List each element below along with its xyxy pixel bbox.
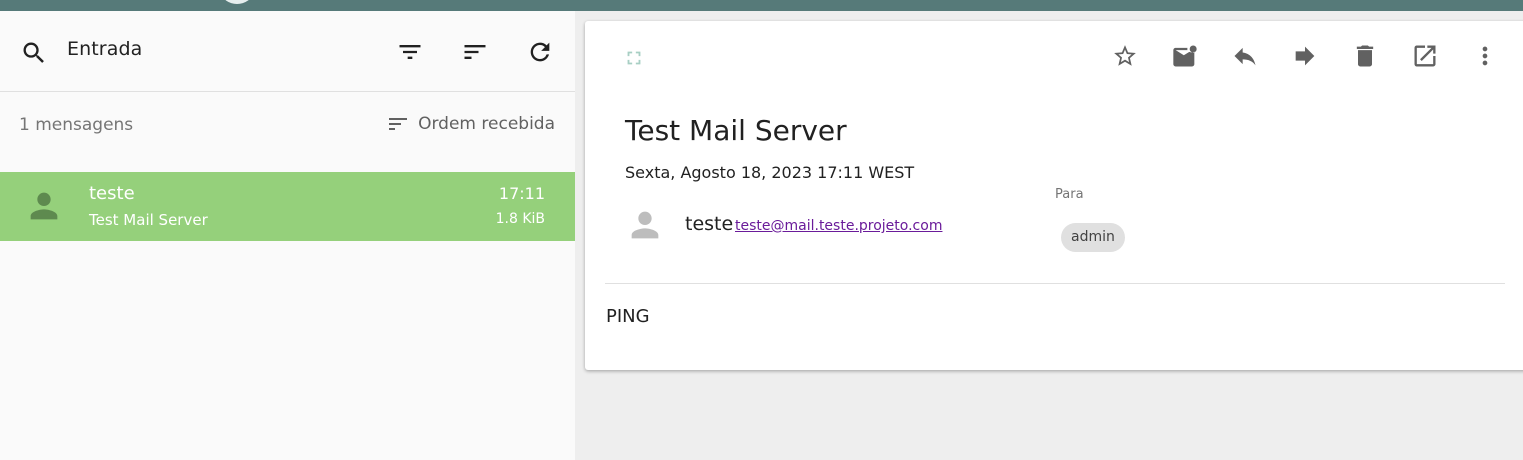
logo-icon [222, 0, 252, 4]
message-subject: Test Mail Server [89, 211, 208, 229]
message-list-pane: Entrada 1 mensagens Ordem recebida teste… [0, 11, 575, 460]
message-view-card: Test Mail Server Sexta, Agosto 18, 2023 … [585, 21, 1523, 370]
sort-icon[interactable] [460, 37, 490, 67]
person-icon [625, 205, 665, 245]
sender-name: teste [685, 213, 734, 235]
filter-icon[interactable] [395, 37, 425, 67]
message-size: 1.8 KiB [495, 211, 545, 227]
divider [605, 283, 1505, 284]
message-time: 17:11 [498, 184, 545, 203]
open-in-new-icon[interactable] [1410, 41, 1440, 71]
sort-lines-icon [386, 112, 410, 136]
reply-icon[interactable] [1230, 41, 1260, 71]
mail-subject: Test Mail Server [625, 114, 847, 147]
sort-order-button[interactable]: Ordem recebida [386, 112, 555, 136]
delete-icon[interactable] [1350, 41, 1380, 71]
to-label: Para [1055, 187, 1084, 202]
forward-icon[interactable] [1290, 41, 1320, 71]
message-sender: teste [89, 183, 135, 204]
message-list-item[interactable]: teste Test Mail Server 17:11 1.8 KiB [0, 172, 575, 241]
recipient-chip[interactable]: admin [1061, 223, 1125, 252]
folder-name[interactable]: Entrada [67, 38, 142, 60]
person-icon [24, 186, 64, 226]
fullscreen-icon[interactable] [621, 45, 647, 71]
mark-unread-icon[interactable] [1170, 41, 1200, 71]
more-vert-icon[interactable] [1470, 41, 1500, 71]
sort-order-label: Ordem recebida [418, 114, 555, 134]
mail-body: PING [606, 306, 650, 327]
message-count: 1 mensagens [19, 115, 134, 135]
star-icon[interactable] [1110, 41, 1140, 71]
search-bar: Entrada [0, 11, 575, 92]
top-app-bar [0, 0, 1523, 11]
mail-date: Sexta, Agosto 18, 2023 17:11 WEST [625, 163, 915, 182]
sender-email-link[interactable]: teste@mail.teste.projeto.com [735, 218, 942, 234]
search-icon[interactable] [20, 39, 48, 67]
refresh-icon[interactable] [525, 37, 555, 67]
